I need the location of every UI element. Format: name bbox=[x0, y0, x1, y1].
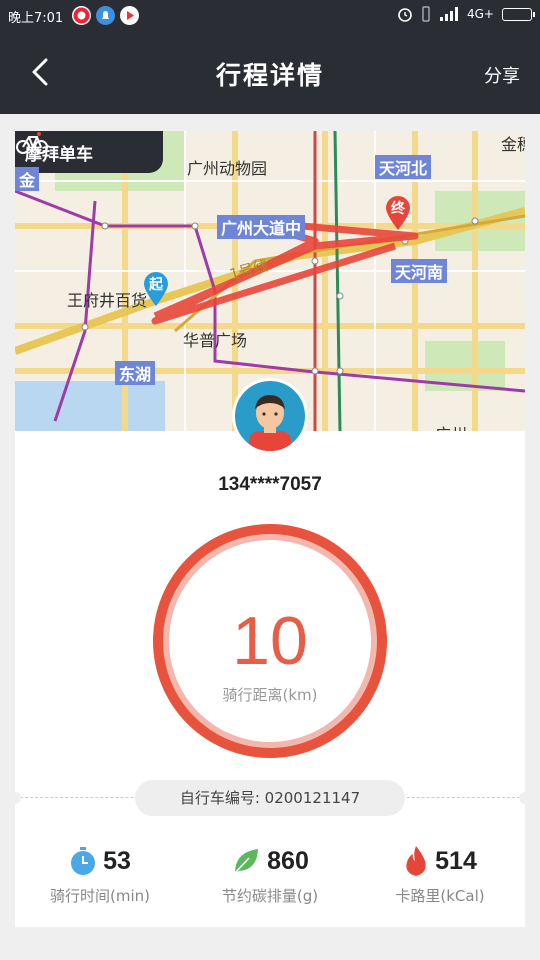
stat-value: 514 bbox=[435, 846, 477, 875]
map-label-donghu: 东湖 bbox=[115, 361, 156, 385]
stopwatch-icon bbox=[71, 847, 96, 875]
signal-icon bbox=[440, 7, 458, 21]
map-label-wangfujing: 王府井百货 bbox=[67, 291, 148, 310]
start-pin-label: 起 bbox=[149, 277, 163, 293]
alarm-icon bbox=[398, 8, 412, 22]
map-label-guangzhou-dadao: 广州大道中 bbox=[217, 215, 306, 239]
distance-ring: 10 骑行距离(km) bbox=[153, 524, 387, 758]
stat-carbon-saved: 860 节约碳排量(g) bbox=[185, 841, 355, 906]
avatar[interactable] bbox=[232, 378, 308, 454]
status-time: 晚上7:01 bbox=[8, 11, 64, 26]
notification-app-icon bbox=[96, 6, 115, 25]
stat-value: 860 bbox=[267, 846, 309, 875]
share-button[interactable]: 分享 bbox=[484, 62, 520, 88]
map-label-zoo: 广州动物园 bbox=[187, 159, 268, 178]
stat-value: 53 bbox=[103, 846, 131, 875]
map-label-jin: 金 bbox=[15, 167, 40, 191]
user-phone: 134****7057 bbox=[218, 474, 322, 495]
stat-label: 骑行时间(min) bbox=[50, 887, 150, 905]
trip-card: 摩拜单车 金 广州动物园 天河北 金穗 广州大道中 天河南 1号线 王府井百货 … bbox=[9, 131, 531, 927]
stat-label: 节约碳排量(g) bbox=[221, 887, 319, 905]
start-pin[interactable]: 起 bbox=[142, 271, 170, 307]
video-app-icon bbox=[120, 6, 139, 25]
flame-icon bbox=[406, 846, 426, 876]
vibrate-icon bbox=[422, 6, 430, 22]
distance-value: 10 bbox=[232, 603, 308, 679]
network-type: 4G+ bbox=[467, 7, 494, 21]
map-label-tianhenan: 天河南 bbox=[391, 259, 448, 283]
map-label-guangzhou-bottom: 广州 bbox=[435, 421, 467, 431]
map-label-jinhui: 金穗 bbox=[501, 135, 525, 154]
app-header: 行程详情 分享 bbox=[0, 32, 540, 114]
distance-label: 骑行距离(km) bbox=[222, 686, 318, 704]
weibo-app-icon bbox=[72, 6, 91, 25]
stat-calories: 514 卡路里(kCal) bbox=[355, 841, 525, 906]
stat-ride-time: 53 骑行时间(min) bbox=[15, 841, 185, 906]
leaf-icon bbox=[234, 849, 259, 874]
map-label-huapu: 华普广场 bbox=[183, 331, 248, 350]
end-pin-label: 终 bbox=[391, 201, 405, 217]
status-indicators: 4G+ bbox=[397, 6, 535, 22]
bike-number: 自行车编号: 0200121147 bbox=[135, 780, 405, 816]
status-bar: 晚上7:01 4G+ bbox=[0, 0, 540, 32]
user-avatar-icon bbox=[249, 395, 291, 451]
map-label-tianhebei: 天河北 bbox=[375, 155, 432, 179]
bicycle-icon bbox=[16, 132, 48, 154]
battery-icon bbox=[502, 7, 535, 21]
end-pin[interactable]: 终 bbox=[384, 195, 412, 231]
stat-label: 卡路里(kCal) bbox=[395, 887, 485, 905]
page-title: 行程详情 bbox=[215, 61, 324, 90]
